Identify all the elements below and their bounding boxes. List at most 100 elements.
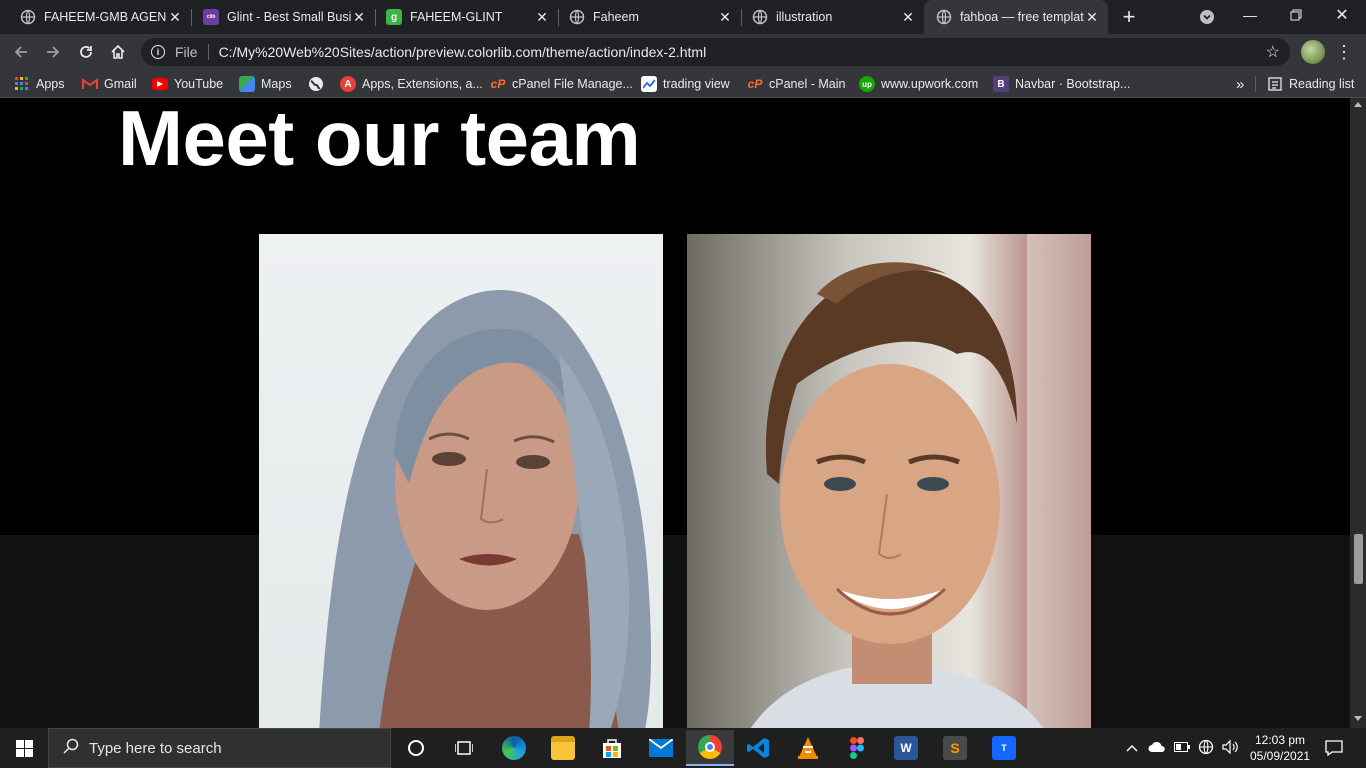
close-icon[interactable]: ✕ (351, 9, 367, 25)
restore-button[interactable] (1284, 3, 1308, 27)
minimize-button[interactable]: — (1238, 3, 1262, 27)
bookmarks-divider (1255, 76, 1256, 92)
reading-list-label: Reading list (1289, 77, 1355, 91)
bookmark-label: cPanel - Main (769, 77, 846, 91)
store-icon[interactable] (588, 732, 636, 764)
bookmark-globe[interactable] (308, 75, 330, 93)
vscode-icon[interactable] (735, 732, 783, 764)
address-bar[interactable]: i File C:/My%20Web%20Sites/action/previe… (141, 38, 1290, 66)
close-icon[interactable]: ✕ (167, 9, 183, 25)
scrollbar-thumb[interactable] (1354, 534, 1363, 584)
lower-section-bg (0, 535, 1350, 728)
bookmark-trading-view[interactable]: trading view (641, 75, 730, 93)
team-member-photo-2 (687, 234, 1091, 728)
bookmark-label: Maps (261, 77, 292, 91)
tab-strip: FAHEEM-GMB AGENCY ✕ clib Glint - Best Sm… (0, 0, 1366, 34)
typora-icon[interactable]: T (980, 732, 1028, 764)
tab-2[interactable]: clib Glint - Best Small Business ✕ (183, 0, 375, 34)
bookmarks-overflow-button[interactable]: » (1236, 75, 1244, 93)
g-icon: g (386, 9, 402, 25)
onedrive-icon[interactable] (1148, 741, 1166, 756)
bookmark-youtube[interactable]: YouTube (152, 75, 223, 93)
home-button[interactable] (106, 40, 130, 64)
webstore-icon: A (340, 76, 356, 92)
globe-icon (936, 9, 952, 25)
gmail-icon (82, 76, 98, 92)
clock-date: 05/09/2021 (1250, 749, 1311, 763)
bookmark-label: trading view (663, 77, 730, 91)
tab-search-button[interactable] (1195, 5, 1219, 29)
page-scrollbar[interactable] (1350, 98, 1366, 728)
bookmark-upwork[interactable]: up www.upwork.com (859, 75, 978, 93)
battery-icon[interactable] (1174, 741, 1190, 755)
address-divider (207, 44, 209, 60)
globe-icon (20, 9, 36, 25)
scroll-up-arrow[interactable] (1354, 102, 1362, 107)
tab-6-active[interactable]: fahboa — free template ✕ (924, 0, 1108, 34)
bookmark-label: cPanel File Manage... (512, 77, 633, 91)
start-button[interactable] (0, 732, 48, 764)
tab-1[interactable]: FAHEEM-GMB AGENCY ✕ (0, 0, 191, 34)
new-tab-button[interactable]: + (1117, 4, 1141, 29)
figma-icon[interactable] (833, 732, 881, 764)
upwork-icon: up (859, 76, 875, 92)
browser-toolbar: i File C:/My%20Web%20Sites/action/previe… (0, 34, 1366, 70)
cpanel-icon: cP (490, 77, 506, 91)
task-view-icon[interactable] (440, 732, 488, 764)
scroll-down-arrow[interactable] (1354, 716, 1362, 721)
menu-kebab-icon[interactable]: ⋮ (1332, 40, 1356, 64)
bookmark-gmail[interactable]: Gmail (82, 75, 137, 93)
tab-title: Faheem (593, 10, 639, 24)
reading-list-button[interactable]: Reading list (1267, 75, 1354, 93)
globe-icon (752, 9, 768, 25)
network-globe-icon[interactable] (1198, 739, 1214, 758)
close-icon[interactable]: ✕ (1084, 9, 1100, 25)
back-button[interactable] (9, 40, 33, 64)
bookmark-label: Apps, Extensions, a... (362, 77, 483, 91)
bookmark-bootstrap[interactable]: B Navbar · Bootstrap... (993, 75, 1130, 93)
vlc-icon[interactable] (784, 732, 832, 764)
cortana-icon[interactable] (392, 732, 440, 764)
scheme-label: File (175, 44, 198, 60)
bookmark-maps[interactable]: Maps (239, 75, 292, 93)
close-icon[interactable]: ✕ (534, 9, 550, 25)
bookmark-cpanel-file-manager[interactable]: cP cPanel File Manage... (490, 75, 633, 93)
tab-3[interactable]: g FAHEEM-GLINT ✕ (366, 0, 558, 34)
star-icon[interactable]: ☆ (1266, 42, 1280, 62)
profile-avatar[interactable] (1301, 40, 1325, 64)
bookmark-label: Navbar · Bootstrap... (1015, 77, 1131, 91)
tab-5[interactable]: illustration ✕ (732, 0, 924, 34)
bookmark-cpanel-main[interactable]: cP cPanel - Main (747, 75, 846, 93)
edge-icon[interactable] (490, 732, 538, 764)
chrome-icon[interactable] (686, 730, 734, 766)
close-icon[interactable]: ✕ (900, 9, 916, 25)
bookmark-label: Gmail (104, 77, 137, 91)
info-icon[interactable]: i (151, 45, 165, 59)
volume-icon[interactable] (1222, 739, 1238, 757)
maps-icon (239, 76, 255, 92)
mail-icon[interactable] (637, 732, 685, 764)
bookmark-label: www.upwork.com (881, 77, 979, 91)
reload-button[interactable] (74, 40, 98, 64)
bookmark-apps[interactable]: Apps (14, 75, 65, 93)
bookmark-webstore[interactable]: A Apps, Extensions, a... (340, 75, 483, 93)
tab-title: Glint - Best Small Business (227, 10, 351, 24)
tab-4[interactable]: Faheem ✕ (549, 0, 741, 34)
file-explorer-icon[interactable] (539, 732, 587, 764)
cpanel-icon: cP (747, 77, 763, 91)
section-heading: Meet our team (118, 98, 641, 182)
bookmark-label: Apps (36, 77, 65, 91)
bootstrap-icon: B (993, 76, 1009, 92)
show-hidden-icons-chevron-icon[interactable] (1126, 741, 1138, 755)
clock[interactable]: 12:03 pm 05/09/2021 (1250, 732, 1310, 764)
taskbar-search-box[interactable]: Type here to search (48, 728, 391, 768)
close-icon[interactable]: ✕ (717, 9, 733, 25)
tab-title: illustration (776, 10, 833, 24)
notification-center-icon[interactable] (1310, 732, 1358, 764)
youtube-icon (152, 78, 168, 90)
search-placeholder: Type here to search (89, 739, 222, 757)
forward-button[interactable] (41, 40, 65, 64)
sublime-icon[interactable]: S (931, 732, 979, 764)
word-icon[interactable]: W (882, 732, 930, 764)
close-window-button[interactable]: ✕ (1330, 3, 1354, 27)
